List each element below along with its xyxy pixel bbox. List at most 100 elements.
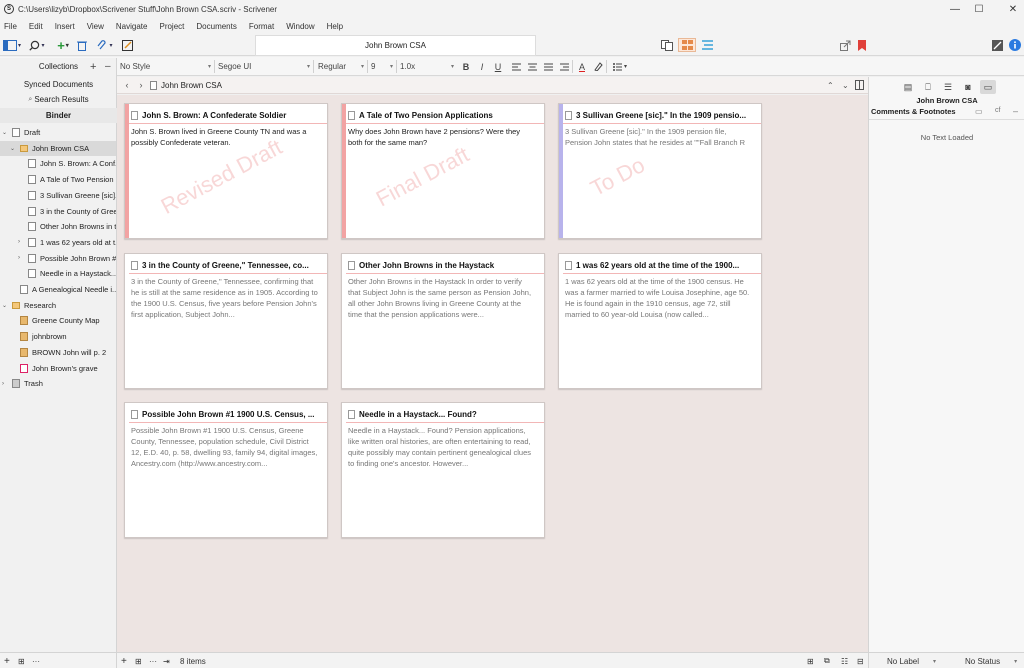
remove-collection-icon[interactable]: – bbox=[105, 61, 111, 72]
binder-item[interactable]: ⌄ Research bbox=[0, 298, 116, 313]
binder-item[interactable]: ⌄ Draft bbox=[0, 125, 116, 140]
view-mode-icon[interactable]: ▾ bbox=[2, 38, 22, 52]
grid-view-icon[interactable]: ⊞ bbox=[807, 655, 814, 667]
menu-file[interactable]: File bbox=[4, 22, 17, 31]
corkboard-options-icon[interactable]: ☷ bbox=[841, 655, 848, 667]
label-select[interactable]: No Label ▾ bbox=[887, 655, 936, 667]
binder-tab[interactable]: Binder bbox=[0, 108, 117, 123]
search-icon[interactable]: ▾ bbox=[26, 38, 48, 52]
index-card[interactable]: Needle in a Haystack... Found? Needle in … bbox=[341, 402, 545, 538]
binder-item[interactable]: Greene County Map bbox=[0, 313, 116, 328]
layout-icon[interactable]: ⊟ bbox=[857, 655, 864, 667]
index-card[interactable]: 3 Sullivan Greene [sic]." In the 1909 pe… bbox=[558, 103, 762, 239]
back-arrow-icon[interactable]: ‹ bbox=[120, 80, 134, 90]
add-folder-icon[interactable]: ⊞ bbox=[135, 655, 142, 667]
add-icon[interactable]: + ▾ bbox=[52, 38, 74, 53]
disclosure-icon[interactable]: ⌄ bbox=[2, 129, 10, 136]
disclosure-icon[interactable]: ⌄ bbox=[10, 145, 18, 152]
card-synopsis[interactable]: Possible John Brown #1 1900 U.S. Census,… bbox=[131, 425, 319, 469]
binder-item[interactable]: A Tale of Two Pension ... bbox=[0, 172, 116, 187]
binder-item[interactable]: A Genealogical Needle i... bbox=[0, 282, 116, 297]
card-synopsis[interactable]: 3 Sullivan Greene [sic]." In the 1909 pe… bbox=[565, 126, 753, 148]
binder-item[interactable]: Needle in a Haystack.... bbox=[0, 266, 116, 281]
editor-document-label[interactable]: John Brown CSA bbox=[150, 80, 222, 90]
card-title[interactable]: 1 was 62 years old at the time of the 19… bbox=[565, 259, 757, 271]
trash-toolbar-icon[interactable] bbox=[76, 38, 88, 52]
status-select[interactable]: No Status ▾ bbox=[965, 655, 1017, 667]
corkboard-mode-icon[interactable] bbox=[678, 38, 696, 52]
metadata-icon[interactable]: ☰ bbox=[940, 80, 956, 94]
binder-item[interactable]: johnbrown bbox=[0, 329, 116, 344]
card-synopsis[interactable]: Other John Browns in the Haystack In ord… bbox=[348, 276, 536, 320]
binder-item[interactable]: › Trash bbox=[0, 376, 116, 391]
bold-button[interactable]: B bbox=[460, 60, 472, 73]
bookmarks-icon[interactable]: ⎕ bbox=[920, 80, 936, 94]
add-icon[interactable]: + bbox=[4, 655, 10, 667]
disclosure-icon[interactable]: › bbox=[2, 381, 10, 387]
underline-button[interactable]: U bbox=[492, 60, 504, 73]
binder-item[interactable]: › 1 was 62 years old at t... bbox=[0, 235, 116, 250]
add-folder-icon[interactable]: ⊞ bbox=[18, 655, 25, 667]
add-collection-icon[interactable]: + bbox=[90, 61, 96, 73]
align-left-icon[interactable] bbox=[510, 60, 522, 73]
binder-item[interactable]: Other John Browns in t... bbox=[0, 219, 116, 234]
close-button[interactable]: ✕ bbox=[990, 0, 1024, 18]
card-title[interactable]: 3 Sullivan Greene [sic]." In the 1909 pe… bbox=[565, 109, 757, 121]
notes-icon[interactable]: ▤ bbox=[900, 80, 916, 94]
more-icon[interactable]: ··· bbox=[149, 655, 157, 667]
inspector-toggle-icon[interactable] bbox=[1008, 38, 1022, 52]
paragraph-style-select[interactable]: No Style ▾ bbox=[118, 60, 213, 73]
add-card-icon[interactable]: + bbox=[121, 655, 127, 667]
menu-project[interactable]: Project bbox=[159, 22, 184, 31]
card-synopsis[interactable]: John S. Brown lived in Greene County TN … bbox=[131, 126, 319, 148]
menu-help[interactable]: Help bbox=[327, 22, 343, 31]
card-title[interactable]: 3 in the County of Greene," Tennessee, c… bbox=[131, 259, 323, 271]
freeform-view-icon[interactable]: ⧉ bbox=[824, 655, 830, 667]
menu-edit[interactable]: Edit bbox=[29, 22, 43, 31]
card-title[interactable]: John S. Brown: A Confederate Soldier bbox=[131, 109, 323, 121]
menu-format[interactable]: Format bbox=[249, 22, 274, 31]
font-size-select[interactable]: 9 ▾ bbox=[369, 60, 395, 73]
list-icon[interactable]: ▾ bbox=[610, 60, 630, 73]
search-results-tab[interactable]: ⌕ Search Results bbox=[0, 92, 117, 107]
menu-documents[interactable]: Documents bbox=[196, 22, 236, 31]
index-card[interactable]: Other John Browns in the Haystack Other J… bbox=[341, 253, 545, 389]
binder-item[interactable]: John S. Brown: A Conf... bbox=[0, 156, 116, 171]
index-card[interactable]: Possible John Brown #1 1900 U.S. Census,… bbox=[124, 402, 328, 538]
snapshots-icon[interactable]: ◙ bbox=[960, 80, 976, 94]
binder-item[interactable]: › Possible John Brown #... bbox=[0, 251, 116, 266]
binder-item[interactable]: 3 Sullivan Greene [sic]... bbox=[0, 188, 116, 203]
bookmark-icon[interactable] bbox=[856, 38, 868, 52]
card-title[interactable]: Possible John Brown #1 1900 U.S. Census,… bbox=[131, 408, 323, 420]
binder-item[interactable]: BROWN John will p. 2 bbox=[0, 345, 116, 360]
chevron-up-icon[interactable]: ⌃ bbox=[827, 81, 834, 90]
index-card[interactable]: 3 in the County of Greene," Tennessee, c… bbox=[124, 253, 328, 389]
card-synopsis[interactable]: Needle in a Haystack... Found? Pension a… bbox=[348, 425, 536, 469]
add-comment-icon[interactable]: ▭ bbox=[975, 107, 983, 116]
outliner-mode-icon[interactable] bbox=[698, 38, 716, 52]
align-right-icon[interactable] bbox=[558, 60, 570, 73]
index-card[interactable]: 1 was 62 years old at the time of the 19… bbox=[558, 253, 762, 389]
align-justify-icon[interactable] bbox=[542, 60, 554, 73]
edit-icon[interactable] bbox=[120, 38, 134, 52]
move-icon[interactable]: ⇥ bbox=[163, 655, 170, 667]
binder-item[interactable]: ⌄ John Brown CSA bbox=[0, 140, 116, 156]
disclosure-icon[interactable]: › bbox=[18, 239, 26, 245]
share-icon[interactable] bbox=[838, 38, 852, 52]
synced-documents-tab[interactable]: Synced Documents bbox=[0, 77, 117, 92]
menu-view[interactable]: View bbox=[87, 22, 104, 31]
forward-arrow-icon[interactable]: › bbox=[134, 80, 148, 90]
menu-window[interactable]: Window bbox=[286, 22, 314, 31]
remove-comment-icon[interactable]: – bbox=[1013, 106, 1018, 116]
more-icon[interactable]: ··· bbox=[32, 655, 40, 667]
card-synopsis[interactable]: 1 was 62 years old at the time of the 19… bbox=[565, 276, 753, 320]
text-color-button[interactable]: A bbox=[576, 60, 588, 73]
highlight-icon[interactable] bbox=[592, 60, 604, 73]
attachment-icon[interactable]: ▾ bbox=[94, 38, 116, 52]
card-title[interactable]: Other John Browns in the Haystack bbox=[348, 259, 540, 271]
italic-button[interactable]: I bbox=[476, 60, 488, 73]
index-card[interactable]: A Tale of Two Pension Applications Why do… bbox=[341, 103, 545, 239]
menu-navigate[interactable]: Navigate bbox=[116, 22, 148, 31]
index-card[interactable]: John S. Brown: A Confederate Soldier John… bbox=[124, 103, 328, 239]
menu-insert[interactable]: Insert bbox=[55, 22, 75, 31]
